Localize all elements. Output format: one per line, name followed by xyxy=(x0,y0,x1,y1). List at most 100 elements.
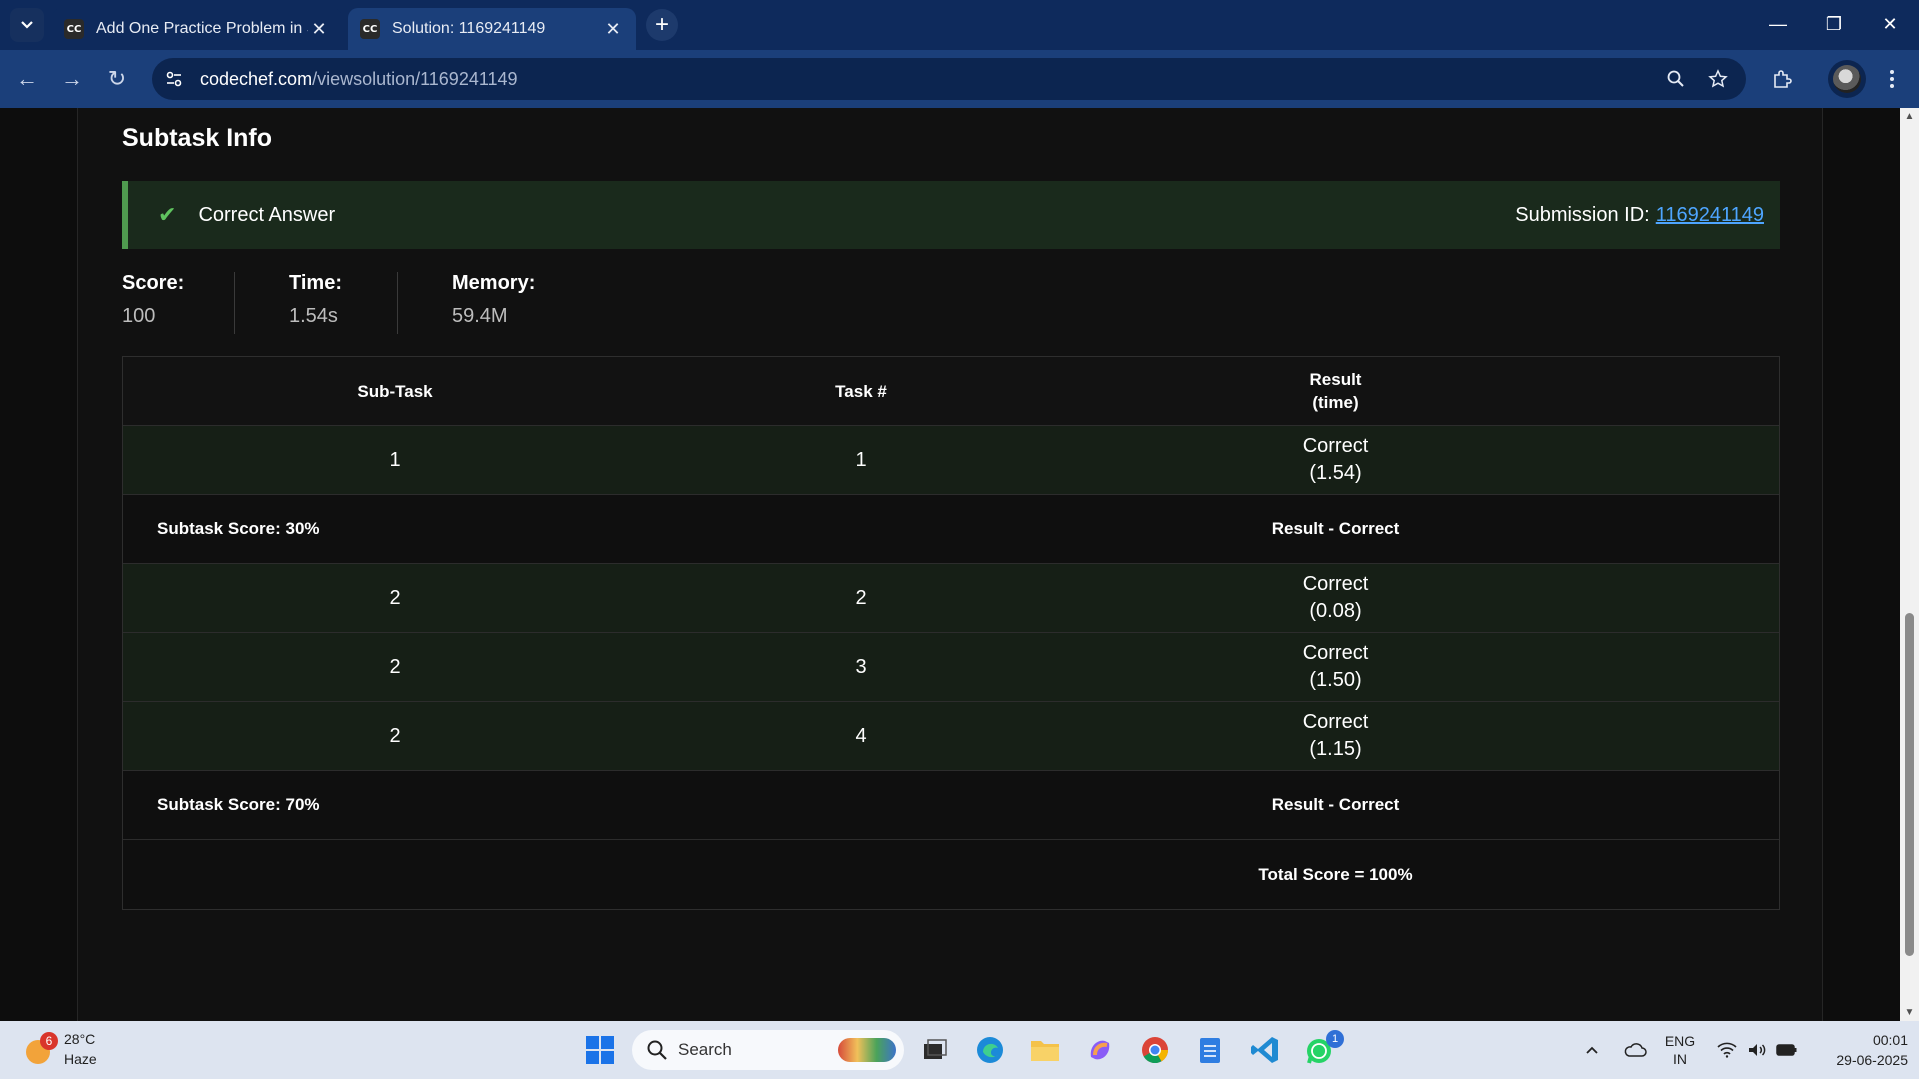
codechef-favicon-icon: CC xyxy=(64,19,84,39)
subtask-result: Result - Correct xyxy=(1271,795,1400,814)
subtask-table: Sub-Task Task # Result (time) 1 1 Correct… xyxy=(122,356,1780,910)
result-time: (0.08) xyxy=(1309,600,1362,622)
scroll-up-arrow-icon[interactable]: ▲ xyxy=(1900,108,1919,125)
avatar xyxy=(1833,65,1861,93)
whatsapp-icon[interactable]: 1 xyxy=(1300,1030,1344,1070)
close-icon[interactable]: ✕ xyxy=(602,18,624,40)
notification-badge: 1 xyxy=(1326,1030,1344,1048)
clock-date: 29-06-2025 xyxy=(1836,1052,1908,1068)
extensions-puzzle-icon[interactable] xyxy=(1770,67,1794,91)
stat-value: 1.54s xyxy=(289,305,338,327)
address-bar[interactable]: codechef.com/viewsolution/1169241149 xyxy=(152,58,1746,100)
total-score-row: Total Score = 100% xyxy=(123,840,1779,909)
tab-title: Add One Practice Problem in St xyxy=(96,20,308,37)
forward-button[interactable]: → xyxy=(55,62,89,96)
zoom-icon[interactable] xyxy=(1664,67,1688,91)
weather-condition: Haze xyxy=(64,1051,97,1067)
tab-add-one-practice[interactable]: CC Add One Practice Problem in St ✕ xyxy=(52,8,342,50)
result-status: Correct Answer xyxy=(198,203,336,226)
result-text: Correct xyxy=(1302,711,1369,733)
table-row: 1 1 Correct (1.54) xyxy=(123,426,1779,495)
edge-icon[interactable] xyxy=(970,1030,1010,1070)
header-result-label: Result xyxy=(1309,370,1362,389)
reload-button[interactable]: ↻ xyxy=(100,62,134,96)
close-window-button[interactable]: ✕ xyxy=(1862,0,1918,48)
table-row: 2 2 Correct (0.08) xyxy=(123,564,1779,633)
copilot-icon[interactable] xyxy=(1080,1030,1120,1070)
notepad-icon[interactable] xyxy=(1190,1030,1230,1070)
clock-time: 00:01 xyxy=(1872,1032,1908,1048)
result-text: Correct xyxy=(1302,573,1369,595)
site-settings-icon[interactable] xyxy=(162,67,186,91)
submission-id-block: Submission ID: 1169241149 xyxy=(1515,204,1764,227)
minimize-button[interactable]: — xyxy=(1750,0,1806,48)
taskbar-search[interactable]: Search xyxy=(632,1030,904,1070)
tab-search-button[interactable] xyxy=(10,8,44,42)
subtask-cell: 2 xyxy=(389,655,401,678)
onedrive-cloud-icon[interactable] xyxy=(1620,1021,1650,1079)
weather-temp: 28°C xyxy=(64,1031,96,1047)
table-header: Sub-Task Task # Result (time) xyxy=(123,357,1779,426)
wifi-icon[interactable] xyxy=(1714,1021,1740,1079)
minimize-icon: — xyxy=(1769,13,1787,34)
scrollbar-thumb[interactable] xyxy=(1905,613,1914,956)
table-row: 2 4 Correct (1.15) xyxy=(123,702,1779,771)
start-button[interactable] xyxy=(580,1030,620,1070)
chrome-icon[interactable] xyxy=(1135,1030,1175,1070)
result-time: (1.54) xyxy=(1309,462,1362,484)
score-stat: Score: 100 xyxy=(122,272,234,334)
header-task: Task # xyxy=(835,381,887,401)
search-highlight-image xyxy=(838,1038,896,1062)
bookmark-star-icon[interactable] xyxy=(1706,67,1730,91)
show-hidden-icons-chevron-up-icon[interactable] xyxy=(1580,1021,1604,1079)
page-scrollbar[interactable]: ▲ ▼ xyxy=(1900,108,1919,1021)
page-viewport: Subtask Info ✔ Correct Answer Submission… xyxy=(0,108,1900,1021)
restore-button[interactable]: ❐ xyxy=(1806,0,1862,48)
profile-avatar-button[interactable] xyxy=(1828,60,1866,98)
language-indicator[interactable]: ENG IN xyxy=(1662,1021,1698,1079)
stat-value: 100 xyxy=(122,305,156,327)
vscode-icon[interactable] xyxy=(1245,1030,1285,1070)
tab-solution[interactable]: CC Solution: 1169241149 ✕ xyxy=(348,8,636,50)
stats-row: Score: 100 Time: 1.54s Memory: 59.4M xyxy=(122,272,535,334)
subtask-cell: 2 xyxy=(389,586,401,609)
section-title: Subtask Info xyxy=(122,124,273,152)
browser-tab-strip: CC Add One Practice Problem in St ✕ CC S… xyxy=(0,0,1919,50)
task-view-icon[interactable] xyxy=(915,1030,955,1070)
new-tab-button[interactable]: + xyxy=(646,9,678,41)
close-icon: ✕ xyxy=(1882,13,1898,34)
scroll-down-arrow-icon[interactable]: ▼ xyxy=(1900,1004,1919,1021)
stat-label: Memory: xyxy=(452,272,536,294)
volume-icon[interactable] xyxy=(1744,1021,1770,1079)
browser-toolbar: ← → ↻ codechef.com/viewsolution/11692411… xyxy=(0,50,1919,108)
windows-taskbar: 6 28°C Haze Search 1 ENG IN 00:01 29-06-… xyxy=(0,1021,1919,1079)
checkmark-icon: ✔ xyxy=(158,202,177,227)
table-row: 2 3 Correct (1.50) xyxy=(123,633,1779,702)
file-explorer-icon[interactable] xyxy=(1025,1030,1065,1070)
task-cell: 2 xyxy=(855,586,867,609)
restore-icon: ❐ xyxy=(1825,13,1843,34)
submission-id-link[interactable]: 1169241149 xyxy=(1656,204,1764,226)
weather-widget[interactable]: 6 28°C Haze xyxy=(20,1029,97,1069)
tab-title: Solution: 1169241149 xyxy=(392,20,546,37)
task-cell: 3 xyxy=(855,655,867,678)
time-stat: Time: 1.54s xyxy=(235,272,397,334)
more-menu-icon[interactable] xyxy=(1880,67,1904,91)
total-score: Total Score = 100% xyxy=(1258,864,1413,884)
result-banner: ✔ Correct Answer Submission ID: 116924114… xyxy=(122,181,1780,249)
url-path: /viewsolution/1169241149 xyxy=(312,68,518,89)
stat-label: Time: xyxy=(289,272,342,294)
back-button[interactable]: ← xyxy=(10,62,44,96)
system-clock[interactable]: 00:01 29-06-2025 xyxy=(1808,1030,1908,1070)
result-cell: Correct (1.54) xyxy=(1055,433,1616,487)
result-cell: Correct (1.15) xyxy=(1055,709,1616,763)
header-result: Result (time) xyxy=(1055,368,1616,414)
chevron-down-icon xyxy=(21,21,33,29)
battery-icon[interactable] xyxy=(1774,1021,1800,1079)
weather-badge: 6 xyxy=(40,1032,58,1050)
subtask-score: Subtask Score: 30% xyxy=(157,519,320,538)
task-cell: 4 xyxy=(855,724,867,747)
stat-value: 59.4M xyxy=(452,305,508,327)
close-icon[interactable]: ✕ xyxy=(308,18,330,40)
url-domain: codechef.com xyxy=(200,68,313,89)
